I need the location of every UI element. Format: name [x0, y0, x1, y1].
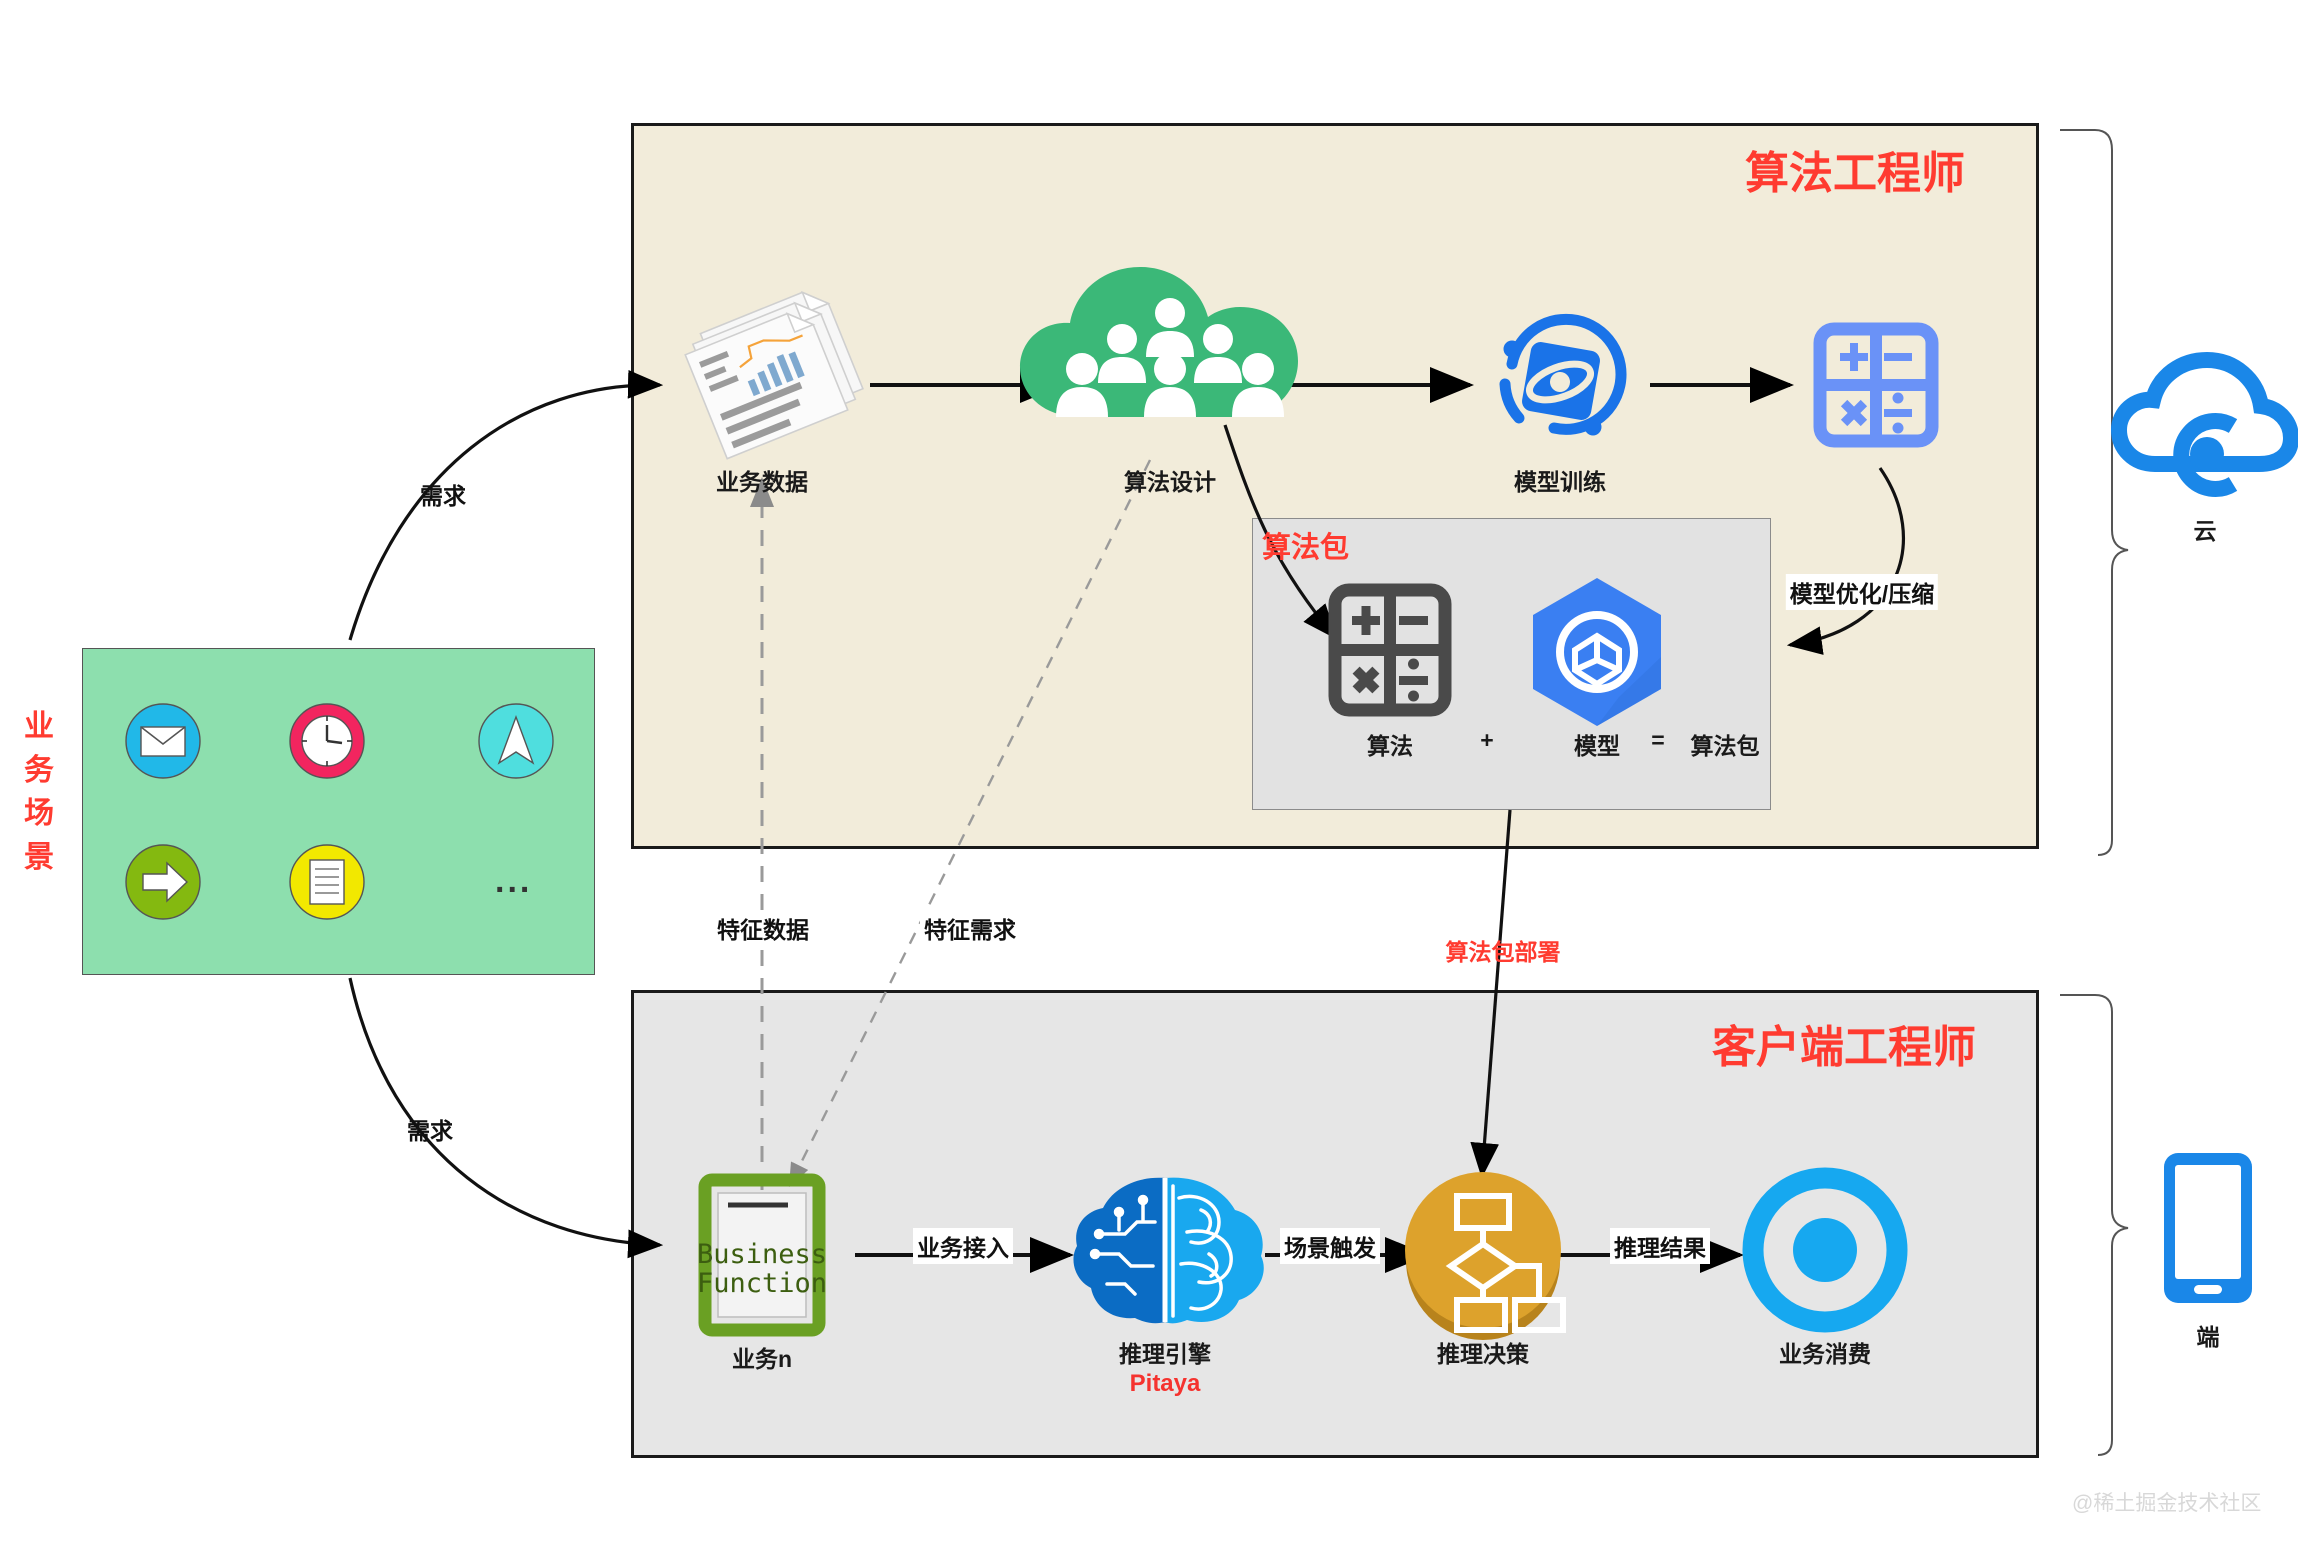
model-training-icon [1499, 313, 1627, 436]
client-bracket-label: 端 [2196, 1324, 2220, 1350]
calculator-dark-icon [1328, 583, 1452, 717]
edge-label-scene-trigger: 场景触发 [1280, 1228, 1380, 1264]
business-function-line1: Business [696, 1239, 828, 1270]
client-section-title: 客户端工程师 [1712, 1023, 1976, 1072]
target-icon [1742, 1167, 1908, 1333]
node-label-business-data: 业务数据 [716, 469, 808, 495]
node-label-inference-engine: 推理引擎 [1119, 1341, 1211, 1367]
business-function-line2: Function [696, 1268, 828, 1300]
node-label-business-n: 业务n [731, 1346, 793, 1372]
package-result-label: 算法包 [1690, 733, 1760, 759]
decision-flow-icon [1405, 1172, 1566, 1340]
edge-label-package-deploy: 算法包部署 [1445, 939, 1561, 965]
edge-requirement-top [348, 369, 664, 641]
node-label-algorithm-design: 算法设计 [1124, 469, 1216, 495]
edge-label-inference-result: 推理结果 [1610, 1228, 1710, 1264]
node-label-inference-decision: 推理决策 [1437, 1341, 1529, 1367]
edge-requirement-bottom [348, 977, 664, 1259]
package-algorithm-label: 算法 [1367, 733, 1413, 759]
mail-icon [125, 703, 201, 779]
clock-icon [289, 703, 365, 779]
calculator-icon [1813, 322, 1939, 448]
node-sublabel-pitaya: Pitaya [1129, 1370, 1201, 1397]
diagram-canvas: 算法工程师 客户端工程师 业务场景 ... 业务数据 算法设计 模型训练 算法包… [0, 0, 2298, 1546]
business-function-text: Business Function [697, 1240, 827, 1298]
edge-feature-requirement [788, 459, 1152, 1188]
edge-model-optimization [1786, 467, 1905, 655]
edge-label-feature-requirement: 特征需求 [920, 910, 1020, 946]
documents-stack-icon [684, 290, 864, 460]
arrow-right-icon [125, 844, 201, 920]
diagram-graphics [125, 129, 2298, 1456]
edge-label-feature-data: 特征数据 [713, 910, 813, 946]
edge-label-model-optimization: 模型优化/压缩 [1785, 574, 1939, 610]
hexagon-model-icon [1533, 578, 1661, 726]
node-label-model-training: 模型训练 [1514, 469, 1606, 495]
cloud-icon [2110, 351, 2298, 497]
navigation-icon [478, 703, 554, 779]
cloud-people-icon [1020, 267, 1298, 417]
cloud-section-title: 算法工程师 [1745, 149, 1965, 198]
edge-label-requirement-top: 需求 [420, 483, 466, 509]
edge-label-requirement-bottom: 需求 [407, 1118, 453, 1144]
package-model-label: 模型 [1574, 733, 1620, 759]
client-bracket [2060, 994, 2129, 1456]
cloud-bracket-label: 云 [2193, 518, 2217, 544]
node-label-business-consume: 业务消费 [1779, 1341, 1871, 1367]
mobile-phone-icon [2164, 1153, 2252, 1303]
ellipsis-icon: ... [495, 862, 533, 900]
edge-label-business-access: 业务接入 [913, 1228, 1013, 1264]
package-plus-label: + [1480, 727, 1494, 753]
cloud-bracket [2060, 129, 2129, 856]
package-box-title: 算法包 [1262, 532, 1350, 564]
package-equals-label: = [1651, 727, 1665, 753]
document-icon [289, 844, 365, 920]
watermark: @稀土掘金技术社区 [2072, 1492, 2262, 1515]
edge-package-deploy [1470, 809, 1512, 1179]
scenario-label: 业务场景 [24, 710, 54, 874]
brain-icon [1073, 1177, 1264, 1324]
